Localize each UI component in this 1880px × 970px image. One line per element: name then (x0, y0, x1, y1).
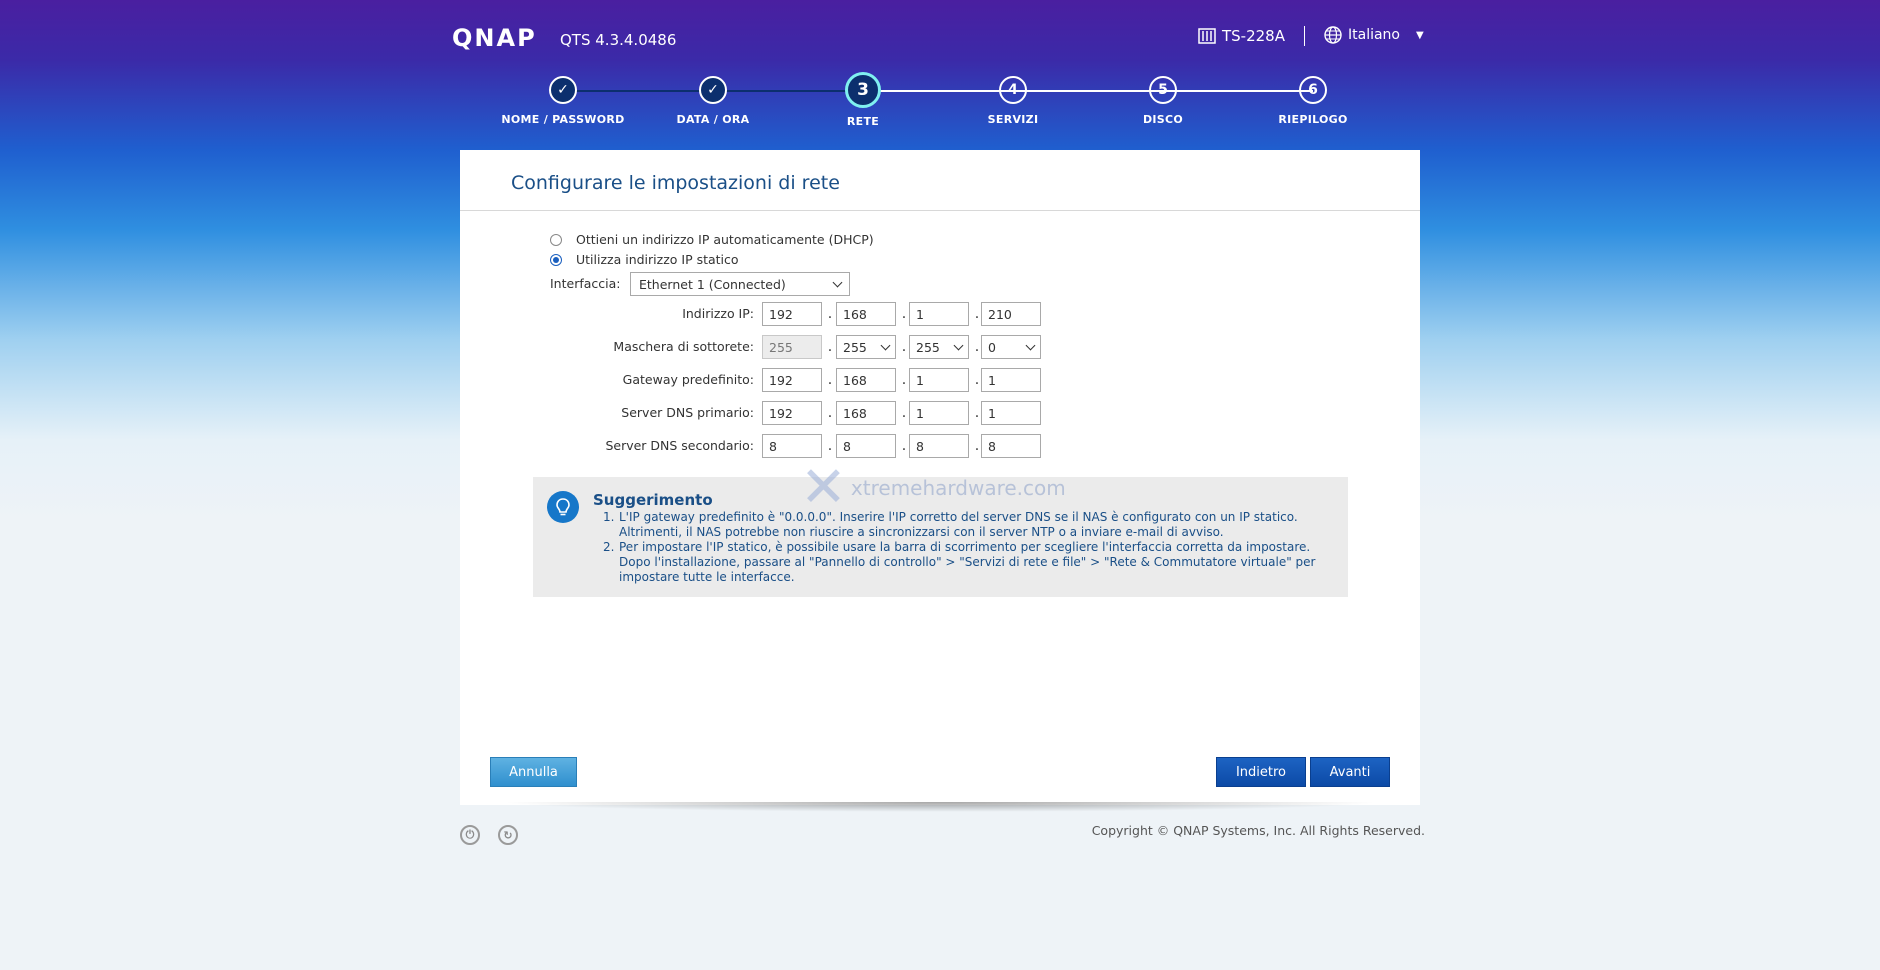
step-label: NOME / PASSWORD (501, 113, 625, 126)
nas-device-icon (1198, 28, 1216, 44)
step-1: ✓ NOME / PASSWORD (483, 72, 643, 126)
watermark: ✕ xtremehardware.com (800, 455, 1066, 520)
panel-shadow (500, 802, 1380, 812)
interface-select[interactable]: Ethernet 1 (Connected) (630, 272, 850, 296)
dns-primary-octet-4[interactable] (981, 401, 1041, 425)
mask-octet-2-select[interactable]: 255 (836, 335, 896, 359)
ip-octet-3[interactable] (909, 302, 969, 326)
page-title: Configurare le impostazioni di rete (511, 172, 840, 194)
tip-title: Suggerimento (593, 491, 713, 509)
title-divider (460, 210, 1420, 211)
step-number: 6 (1299, 76, 1327, 104)
octet-dot: . (827, 405, 833, 421)
watermark-x-icon: ✕ (800, 455, 847, 520)
octet-dot: . (827, 339, 833, 355)
dhcp-option[interactable]: Ottieni un indirizzo IP automaticamente … (550, 232, 874, 247)
language-selector[interactable]: Italiano ▼ (1324, 26, 1424, 44)
ip-octet-1[interactable] (762, 302, 822, 326)
mask-octet-4-value: 0 (988, 339, 996, 355)
octet-dot: . (827, 306, 833, 322)
tip-item-number: 2. (603, 540, 615, 554)
static-ip-radio[interactable] (550, 253, 562, 266)
check-icon: ✓ (699, 76, 727, 104)
back-button[interactable]: Indietro (1216, 757, 1306, 787)
step-2: ✓ DATA / ORA (633, 72, 793, 126)
step-label: SERVIZI (987, 113, 1039, 126)
mask-octet-2-value: 255 (843, 339, 867, 355)
caret-down-icon: ▼ (1416, 29, 1424, 41)
step-6: 6 RIEPILOGO (1233, 72, 1393, 126)
octet-dot: . (827, 438, 833, 454)
power-icon[interactable]: ⏻ (460, 825, 480, 845)
globe-icon (1324, 26, 1342, 44)
step-number: 3 (845, 72, 881, 108)
mask-octet-3-value: 255 (916, 339, 940, 355)
next-button[interactable]: Avanti (1310, 757, 1390, 787)
copyright-text: Copyright © QNAP Systems, Inc. All Right… (1091, 823, 1425, 838)
restart-icon[interactable]: ↻ (498, 825, 518, 845)
gateway-octet-3[interactable] (909, 368, 969, 392)
static-ip-label: Utilizza indirizzo IP statico (576, 252, 739, 267)
chevron-down-icon (1025, 340, 1036, 350)
firmware-version: QTS 4.3.4.0486 (560, 31, 677, 49)
device-model: TS-228A (1198, 27, 1285, 45)
tip-item-number: 1. (603, 510, 615, 524)
qnap-logo: QNAP (452, 24, 537, 52)
step-3: 3 RETE (783, 72, 943, 128)
octet-dot: . (827, 372, 833, 388)
chevron-down-icon (953, 340, 964, 350)
chevron-down-icon (880, 340, 891, 350)
header-divider (1304, 26, 1305, 46)
chevron-down-icon (832, 277, 843, 287)
gateway-octet-1[interactable] (762, 368, 822, 392)
gateway-octet-4[interactable] (981, 368, 1041, 392)
step-4: 4 SERVIZI (933, 72, 1093, 126)
step-label: DATA / ORA (676, 113, 750, 126)
network-settings-panel: Configurare le impostazioni di rete Otti… (460, 150, 1420, 805)
interface-label: Interfaccia: (550, 276, 621, 291)
subnet-mask-label: Maschera di sottorete: (613, 339, 754, 354)
dhcp-label: Ottieni un indirizzo IP automaticamente … (576, 232, 874, 247)
dns-primary-label: Server DNS primario: (621, 405, 754, 420)
watermark-text: xtremehardware.com (850, 475, 1066, 500)
step-5: 5 DISCO (1083, 72, 1243, 126)
ip-octet-2[interactable] (836, 302, 896, 326)
mask-octet-4-select[interactable]: 0 (981, 335, 1041, 359)
static-ip-option[interactable]: Utilizza indirizzo IP statico (550, 252, 739, 267)
mask-octet-3-select[interactable]: 255 (909, 335, 969, 359)
ip-octet-4[interactable] (981, 302, 1041, 326)
tip-item-text: Per impostare l'IP statico, è possibile … (619, 540, 1316, 584)
step-label: DISCO (1142, 113, 1184, 126)
gateway-octet-2[interactable] (836, 368, 896, 392)
step-number: 4 (999, 76, 1027, 104)
ip-address-label: Indirizzo IP: (682, 306, 754, 321)
dns-primary-octet-3[interactable] (909, 401, 969, 425)
device-model-label: TS-228A (1222, 27, 1285, 45)
step-label: RETE (846, 115, 880, 128)
cancel-button[interactable]: Annulla (490, 757, 577, 787)
interface-value: Ethernet 1 (Connected) (639, 276, 786, 292)
dhcp-radio[interactable] (550, 233, 562, 246)
top-bar: QNAP QTS 4.3.4.0486 TS-228A Italiano ▼ (452, 22, 1424, 52)
mask-octet-1 (762, 335, 822, 359)
gateway-label: Gateway predefinito: (622, 372, 754, 387)
dns-primary-octet-2[interactable] (836, 401, 896, 425)
tip-list: 1. L'IP gateway predefinito è "0.0.0.0".… (603, 510, 1333, 585)
step-number: 5 (1149, 76, 1177, 104)
tip-item: 2. Per impostare l'IP statico, è possibi… (603, 540, 1333, 585)
lightbulb-icon (547, 491, 579, 523)
step-label: RIEPILOGO (1278, 113, 1348, 126)
setup-stepper: ✓ NOME / PASSWORD ✓ DATA / ORA 3 RETE 4 … (460, 72, 1420, 142)
check-icon: ✓ (549, 76, 577, 104)
dns-secondary-label: Server DNS secondario: (605, 438, 754, 453)
dns-primary-octet-1[interactable] (762, 401, 822, 425)
language-label: Italiano (1348, 27, 1400, 43)
